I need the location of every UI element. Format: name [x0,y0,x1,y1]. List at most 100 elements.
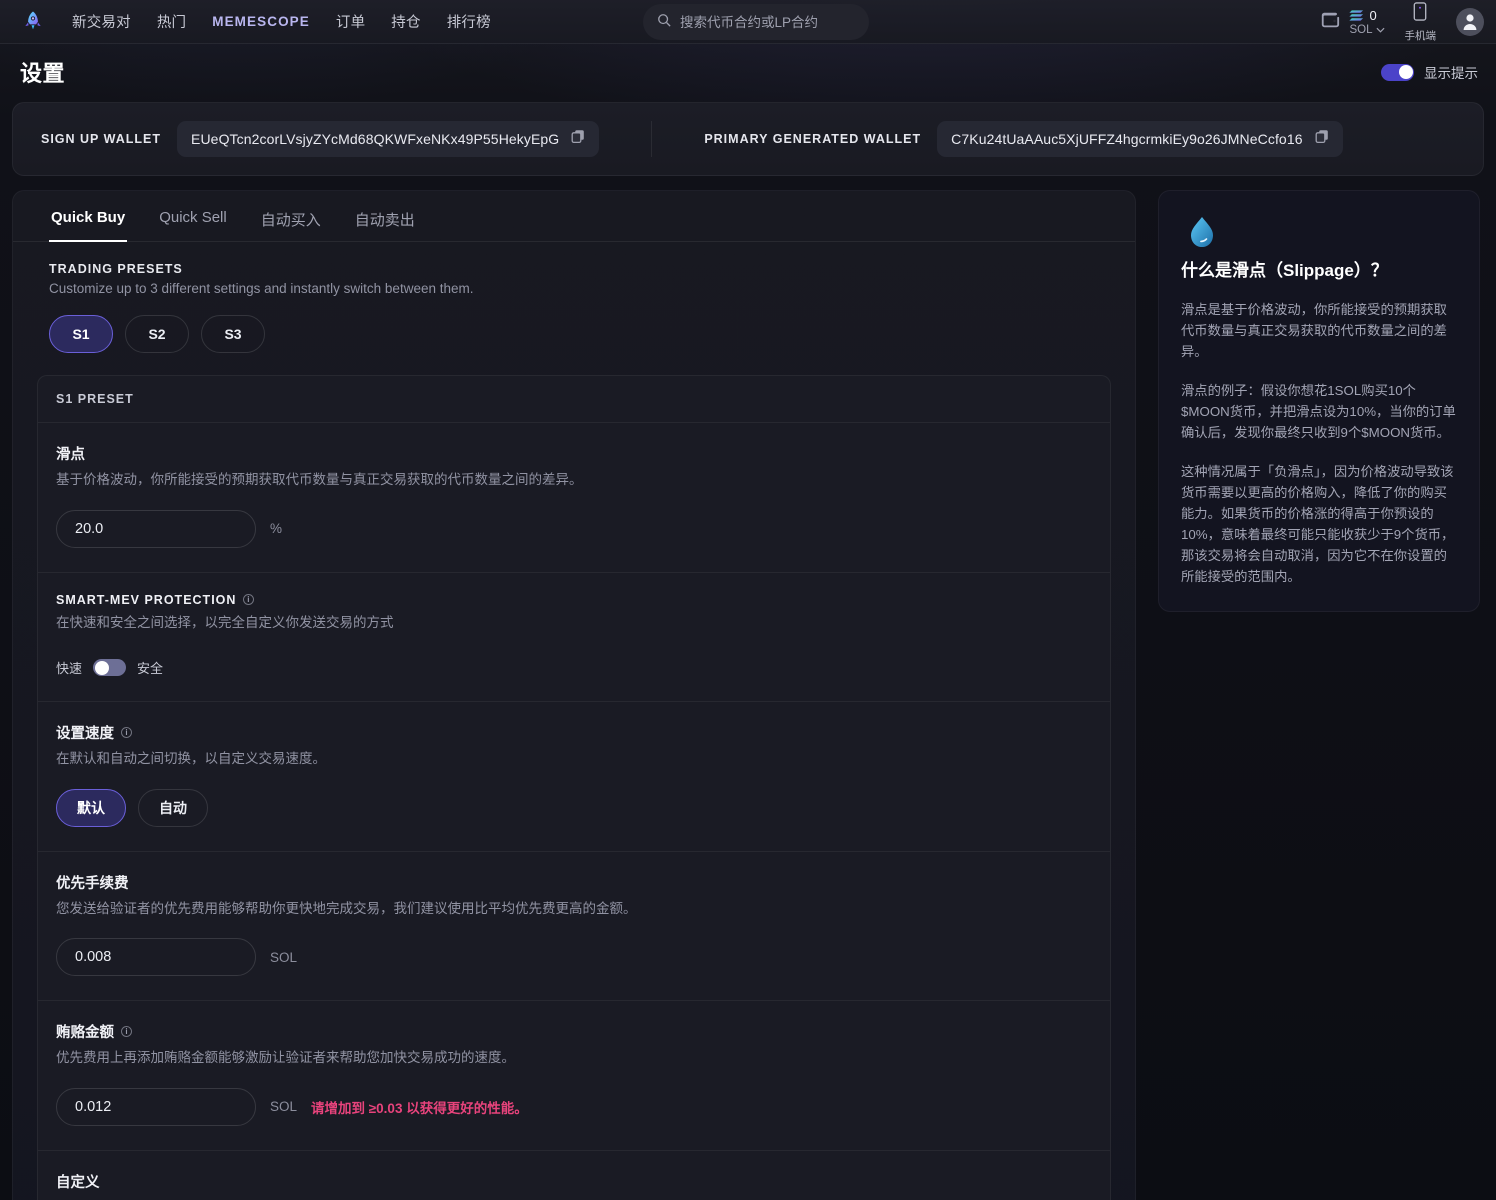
preset-panel-heading: S1 PRESET [38,376,1110,423]
priority-fee-unit: SOL [270,950,297,965]
bribe-title: 贿赂金额 i [56,1021,1092,1042]
preset-selector: S1 S2 S3 [49,315,1099,353]
mobile-app-label: 手机端 [1405,28,1437,43]
priority-fee-title: 优先手续费 [56,872,1092,893]
speed-options: 默认 自动 [56,789,1092,827]
wallet-balance: 0 [1349,8,1384,23]
slippage-unit: % [270,521,282,536]
tab-quick-buy[interactable]: Quick Buy [49,191,127,241]
primary-wallet-address-pill[interactable]: C7Ku24tUaAAuc5XjUFFZ4hgcrmkiEy9o26JMNeCc… [937,121,1342,157]
speed-description: 在默认和自动之间切换，以自定义交易速度。 [56,749,1092,769]
copy-icon[interactable] [571,129,585,149]
custom-title: 自定义 [56,1171,1092,1192]
bribe-warning: 请增加到 ≥0.03 以获得更好的性能。 [311,1097,528,1117]
mev-fast-label: 快速 [56,658,82,677]
priority-fee-description: 您发送给验证者的优先费用能够帮助你更快地完成交易，我们建议使用比平均优先费更高的… [56,899,1092,919]
wallet-balance-chip[interactable]: 0 SOL [1319,8,1384,36]
nav-item-trending[interactable]: 热门 [157,11,186,32]
speed-field-block: 设置速度 i 在默认和自动之间切换，以自定义交易速度。 默认 自动 [38,702,1110,852]
slippage-input-row: % [56,510,1092,548]
wallet-currency[interactable]: SOL [1349,24,1384,36]
wallet-icon [1319,10,1341,35]
signup-wallet-caption: SIGN UP WALLET [41,132,161,146]
mev-title: SMART-MEV PROTECTION i [56,593,1092,607]
nav-item-holdings[interactable]: 持仓 [391,11,420,32]
priority-fee-input[interactable] [56,938,256,976]
speed-title: 设置速度 i [56,722,1092,743]
preset-settings-panel: S1 PRESET 滑点 基于价格波动，你所能接受的预期获取代币数量与真正交易获… [37,375,1111,1200]
primary-wallet-address: C7Ku24tUaAAuc5XjUFFZ4hgcrmkiEy9o26JMNeCc… [951,131,1302,147]
search-input[interactable] [680,15,857,30]
page-title: 设置 [20,56,65,88]
search-icon [657,13,671,32]
info-icon[interactable]: i [243,594,254,605]
main-nav: 新交易对 热门 MEMESCOPE 订单 持仓 排行榜 [72,11,491,32]
mev-toggle-row: 快速 安全 [56,658,1092,677]
trading-presets-title: TRADING PRESETS [49,262,1099,276]
slippage-field-block: 滑点 基于价格波动，你所能接受的预期获取代币数量与真正交易获取的代币数量之间的差… [38,423,1110,573]
preset-button-s1[interactable]: S1 [49,315,113,353]
copy-icon[interactable] [1315,129,1329,149]
slippage-info-panel: 什么是滑点（Slippage）？ 滑点是基于价格波动，你所能接受的预期获取代币数… [1158,190,1480,612]
rocket-icon[interactable] [20,9,46,35]
primary-wallet-group: PRIMARY GENERATED WALLET C7Ku24tUaAAuc5X… [651,121,1342,157]
show-hints-toggle[interactable] [1381,64,1414,81]
nav-item-orders[interactable]: 订单 [336,11,365,32]
slippage-input[interactable] [56,510,256,548]
mev-mode-toggle[interactable] [93,659,126,676]
tab-auto-sell[interactable]: 自动卖出 [353,191,417,241]
custom-amounts-field-block: 自定义 使用你自定义的预设金额来定制「Quick Buy」按钮。 0.25 [38,1151,1110,1200]
priority-fee-input-row: SOL [56,938,1092,976]
slippage-title-text: 滑点 [56,443,85,464]
tab-auto-buy[interactable]: 自动买入 [259,191,323,241]
mobile-app-button[interactable]: 手机端 [1405,2,1437,43]
info-icon[interactable]: i [121,727,132,738]
custom-title-text: 自定义 [56,1171,100,1192]
chevron-down-icon [1376,24,1385,36]
primary-wallet-caption: PRIMARY GENERATED WALLET [704,132,921,146]
speed-title-text: 设置速度 [56,722,114,743]
signup-wallet-group: SIGN UP WALLET EUeQTcn2corLVsjyZYcMd68QK… [41,121,599,157]
mev-secure-label: 安全 [137,658,163,677]
signup-wallet-address-pill[interactable]: EUeQTcn2corLVsjyZYcMd68QKWFxeNKx49P55Hek… [177,121,599,157]
header-right-cluster: 0 SOL 手机端 [1319,0,1484,44]
search-box[interactable] [643,4,869,40]
speed-option-default[interactable]: 默认 [56,789,126,827]
nav-item-memescope[interactable]: MEMESCOPE [212,14,310,29]
bribe-input[interactable] [56,1088,256,1126]
solana-icon [1349,9,1364,22]
page-header: 设置 显示提示 [0,44,1496,100]
bribe-input-row: SOL 请增加到 ≥0.03 以获得更好的性能。 [56,1088,1092,1126]
settings-tabs: Quick Buy Quick Sell 自动买入 自动卖出 [13,191,1135,242]
info-icon[interactable]: i [121,1026,132,1037]
app-root: 新交易对 热门 MEMESCOPE 订单 持仓 排行榜 [0,0,1496,1200]
toggle-knob [95,661,109,675]
slippage-info-paragraph: 这种情况属于「负滑点」，因为价格波动导致该货币需要以更高的价格购入，降低了你的购… [1181,461,1457,587]
toggle-knob [1399,65,1413,79]
trading-presets-subtitle: Customize up to 3 different settings and… [49,281,1099,296]
settings-main-card: Quick Buy Quick Sell 自动买入 自动卖出 TRADING P… [12,190,1136,1200]
priority-fee-title-text: 优先手续费 [56,872,129,893]
preset-button-s3[interactable]: S3 [201,315,265,353]
wallet-balance-value: 0 [1369,8,1376,23]
priority-fee-field-block: 优先手续费 您发送给验证者的优先费用能够帮助你更快地完成交易，我们建议使用比平均… [38,852,1110,1002]
speed-option-auto[interactable]: 自动 [138,789,208,827]
show-hints-control: 显示提示 [1381,62,1478,82]
slippage-title: 滑点 [56,443,1092,464]
water-drop-icon [1181,242,1223,259]
nav-item-new-pairs[interactable]: 新交易对 [72,11,131,32]
bribe-title-text: 贿赂金额 [56,1021,114,1042]
mobile-phone-icon [1413,2,1427,26]
slippage-info-paragraph: 滑点是基于价格波动，你所能接受的预期获取代币数量与真正交易获取的代币数量之间的差… [1181,299,1457,362]
avatar[interactable] [1456,8,1484,36]
page-body: Quick Buy Quick Sell 自动买入 自动卖出 TRADING P… [0,176,1496,1200]
nav-item-leaderboard[interactable]: 排行榜 [447,11,491,32]
wallet-currency-label: SOL [1349,24,1372,36]
wallet-bar: SIGN UP WALLET EUeQTcn2corLVsjyZYcMd68QK… [12,102,1484,176]
preset-button-s2[interactable]: S2 [125,315,189,353]
trading-presets-block: TRADING PRESETS Customize up to 3 differ… [13,242,1135,353]
slippage-description: 基于价格波动，你所能接受的预期获取代币数量与真正交易获取的代币数量之间的差异。 [56,470,1092,490]
signup-wallet-address: EUeQTcn2corLVsjyZYcMd68QKWFxeNKx49P55Hek… [191,131,559,147]
tab-quick-sell[interactable]: Quick Sell [157,191,229,241]
show-hints-label: 显示提示 [1424,62,1478,82]
